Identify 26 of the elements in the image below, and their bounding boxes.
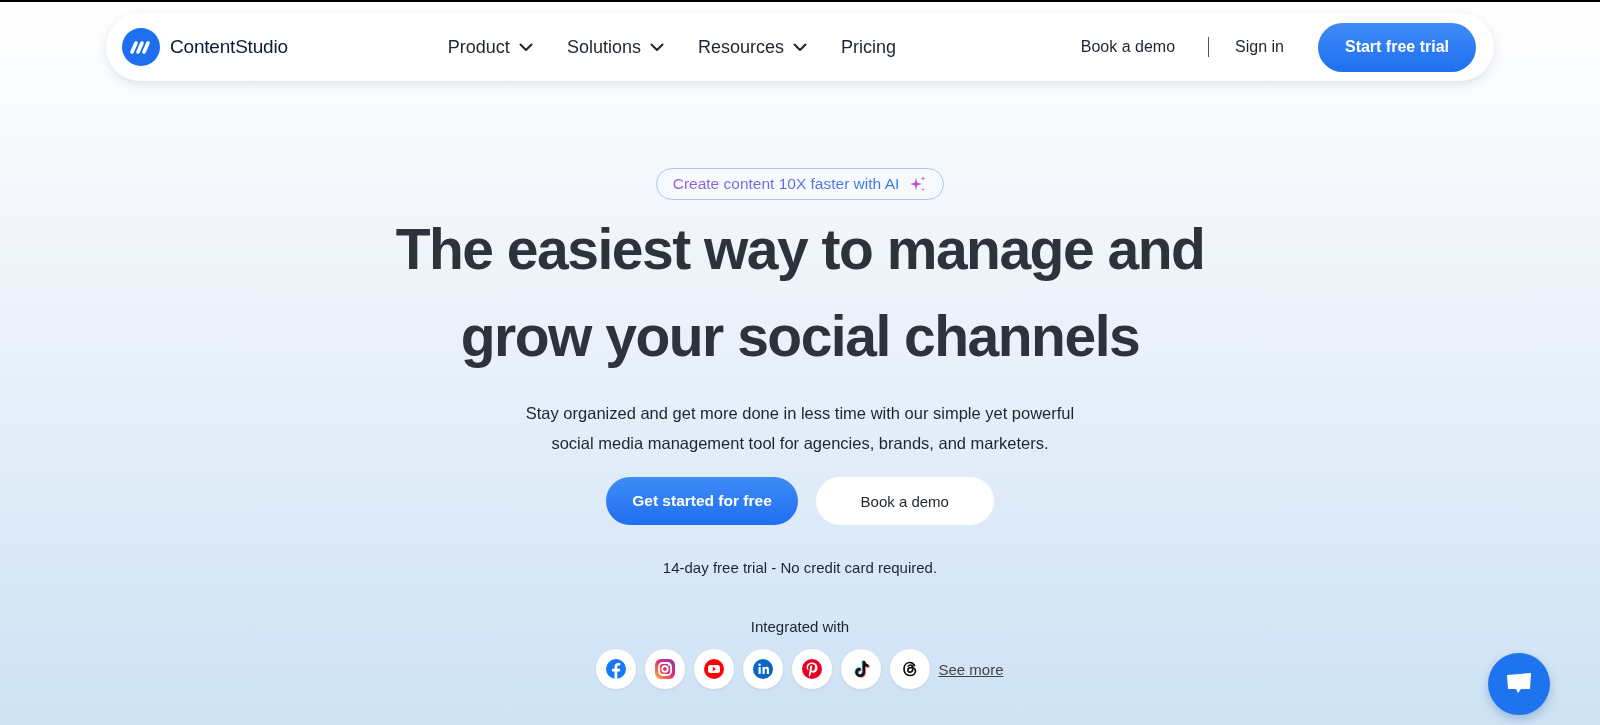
chat-button[interactable] — [1488, 653, 1550, 715]
brand-name[interactable]: ContentStudio — [170, 36, 288, 58]
get-started-button[interactable]: Get started for free — [606, 477, 798, 525]
nav-menu-item[interactable]: Resources — [697, 36, 807, 58]
sign-in-link[interactable]: Sign in — [1235, 38, 1284, 56]
headline: The easiest way to manage and — [395, 216, 1205, 283]
start-trial-button[interactable]: Start free trial — [1317, 22, 1476, 72]
book-demo-button[interactable]: Book a demo — [815, 477, 994, 525]
subtitle: Stay organized and get more done in less time with our simple yet powerful — [525, 403, 1075, 424]
nav-menu-item[interactable]: Solutions — [566, 36, 664, 58]
trial-note: 14-day free trial - No credit card required. — [662, 559, 938, 576]
linkedin-icon[interactable] — [752, 658, 775, 680]
headline: grow your social channels — [459, 303, 1141, 370]
facebook-icon[interactable] — [605, 658, 628, 680]
youtube-icon[interactable] — [703, 658, 726, 680]
ai-badge[interactable]: Create content 10X faster with AI — [655, 168, 945, 200]
sparkle-icon — [909, 175, 928, 193]
nav-menu-item[interactable]: Pricing — [841, 36, 896, 58]
pinterest-icon[interactable] — [801, 658, 824, 680]
subtitle: social media management tool for agencies, brands, and marketers. — [550, 433, 1050, 454]
see-more-link[interactable]: See more — [938, 660, 1004, 678]
book-demo-link[interactable]: Book a demo — [1080, 38, 1176, 56]
integrated-label: Integrated with — [750, 618, 850, 635]
nav-menu-item[interactable]: Product — [447, 36, 533, 58]
logo-icon[interactable] — [122, 28, 160, 66]
instagram-icon[interactable] — [654, 658, 677, 680]
